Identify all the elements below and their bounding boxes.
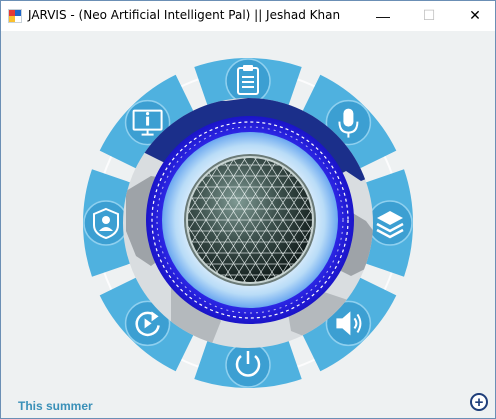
- add-button[interactable]: +: [470, 393, 488, 411]
- window-title: JARVIS - (Neo Artificial Intelligent Pal…: [28, 8, 341, 22]
- maximize-button[interactable]: ☐: [406, 1, 452, 30]
- footer-label: This summer: [18, 399, 93, 413]
- app-window: JARVIS - (Neo Artificial Intelligent Pal…: [0, 0, 496, 419]
- title-bar: JARVIS - (Neo Artificial Intelligent Pal…: [1, 1, 495, 31]
- close-button[interactable]: ✕: [452, 1, 495, 30]
- minimize-button[interactable]: —: [360, 1, 406, 30]
- main-panel: This summer: [1, 31, 495, 418]
- app-icon: [8, 9, 22, 23]
- radial-menu: [83, 58, 413, 388]
- power-icon-circle: [225, 342, 271, 388]
